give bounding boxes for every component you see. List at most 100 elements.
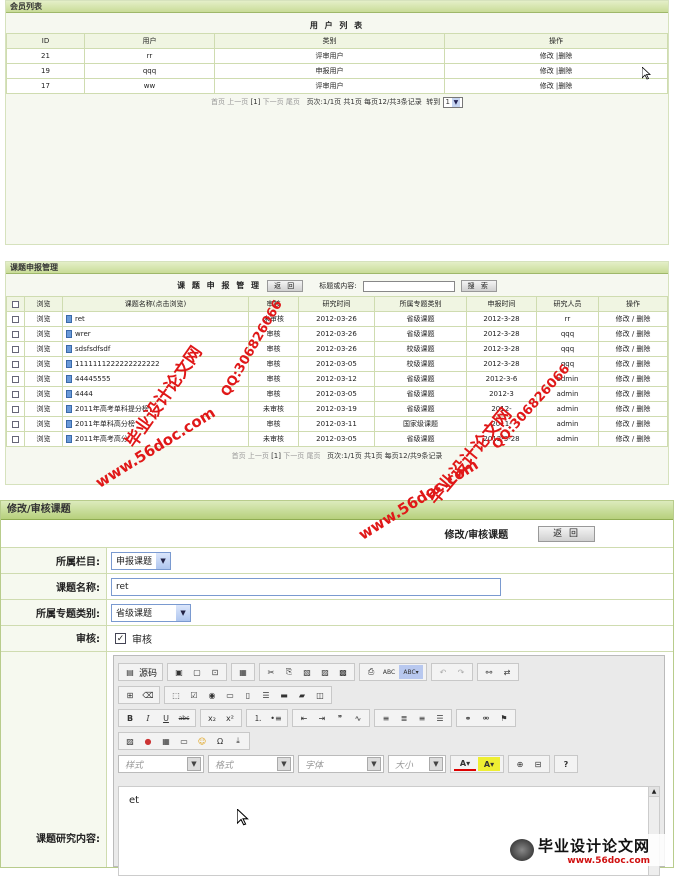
smiley-icon[interactable]: ☺ bbox=[194, 734, 210, 748]
row-checkbox[interactable] bbox=[6, 386, 25, 402]
view-link[interactable]: 浏览 bbox=[24, 341, 63, 357]
maximize-icon[interactable]: ⊕ bbox=[512, 757, 528, 771]
pager-prev[interactable]: 上一页 bbox=[227, 98, 248, 106]
select-all-checkbox[interactable] bbox=[12, 300, 19, 308]
row-checkbox[interactable] bbox=[6, 416, 25, 432]
view-link[interactable]: 浏览 bbox=[24, 401, 63, 417]
italic-icon[interactable]: I bbox=[140, 711, 156, 725]
source-button-label[interactable]: 源码 bbox=[139, 666, 160, 679]
align-center-icon[interactable]: ≣ bbox=[396, 711, 412, 725]
pager-first[interactable]: 首页 bbox=[211, 98, 225, 106]
flash-icon[interactable]: ● bbox=[140, 734, 156, 748]
project-name-text[interactable]: 4444 bbox=[75, 390, 93, 398]
undo-icon[interactable]: ↶ bbox=[435, 665, 451, 679]
copy-icon[interactable]: ⎘ bbox=[281, 665, 297, 679]
text-color-icon[interactable]: A▾ bbox=[454, 757, 476, 771]
edit-delete-links[interactable]: 修改 / 删除 bbox=[598, 386, 668, 402]
edit-delete-links[interactable]: 修改 / 删除 bbox=[598, 431, 668, 447]
project-name[interactable]: 2011年高考单科提分榜 bbox=[62, 401, 249, 417]
project-name[interactable]: 44445555 bbox=[62, 371, 249, 387]
special-char-icon[interactable]: Ω bbox=[212, 734, 228, 748]
name-input[interactable]: ret bbox=[111, 577, 501, 596]
project-name-text[interactable]: 2011年高考单科提分榜 bbox=[75, 405, 149, 413]
row-checkbox[interactable] bbox=[6, 311, 25, 327]
edit-delete-links[interactable]: 修改 / 删除 bbox=[598, 326, 668, 342]
edit-delete-links[interactable]: 修改 / 删除 bbox=[598, 356, 668, 372]
edit-delete-links[interactable]: 修改 / 删除 bbox=[598, 341, 668, 357]
outdent-icon[interactable]: ⇤ bbox=[296, 711, 312, 725]
row-checkbox[interactable] bbox=[6, 401, 25, 417]
pager-last[interactable]: 尾页 bbox=[286, 98, 300, 106]
select-field-icon[interactable]: ☰ bbox=[258, 688, 274, 702]
spellcheck-icon[interactable]: ABC bbox=[381, 665, 397, 679]
redo-icon[interactable]: ↷ bbox=[453, 665, 469, 679]
bg-color-icon[interactable]: A▾ bbox=[478, 757, 500, 771]
edit-delete-links[interactable]: 修改 / 删除 bbox=[598, 371, 668, 387]
pager-last[interactable]: 尾页 bbox=[306, 452, 320, 460]
view-link[interactable]: 浏览 bbox=[24, 416, 63, 432]
back-button[interactable]: 返 回 bbox=[538, 525, 595, 542]
save-icon[interactable]: ▣ bbox=[171, 665, 187, 679]
project-name[interactable]: 2011年高考高分 bbox=[62, 431, 249, 447]
show-blocks-icon[interactable]: ⊟ bbox=[530, 757, 546, 771]
edit-delete-links[interactable]: 修改 / 删除 bbox=[598, 311, 668, 327]
blockquote-icon[interactable]: ❞ bbox=[332, 711, 348, 725]
radio-icon[interactable]: ◉ bbox=[204, 688, 220, 702]
row-checkbox[interactable] bbox=[6, 356, 25, 372]
anchor-flag-icon[interactable]: ⚑ bbox=[496, 711, 512, 725]
view-link[interactable]: 浏览 bbox=[24, 431, 63, 447]
view-link[interactable]: 浏览 bbox=[24, 311, 63, 327]
pager-first[interactable]: 首页 bbox=[232, 452, 246, 460]
checkbox[interactable] bbox=[12, 375, 19, 383]
checkbox[interactable] bbox=[12, 330, 19, 338]
cut-icon[interactable]: ✂ bbox=[263, 665, 279, 679]
align-justify-icon[interactable]: ☰ bbox=[432, 711, 448, 725]
select-all-icon[interactable]: ⊞ bbox=[122, 688, 138, 702]
view-link[interactable]: 浏览 bbox=[24, 326, 63, 342]
project-name-text[interactable]: 2011年单科高分榜 bbox=[75, 420, 135, 428]
paste-word-icon[interactable]: ▩ bbox=[335, 665, 351, 679]
checkbox[interactable] bbox=[12, 420, 19, 428]
checkbox-icon[interactable]: ☑ bbox=[186, 688, 202, 702]
checkbox[interactable] bbox=[12, 315, 19, 323]
edit-delete-links[interactable]: 修改 / 删除 bbox=[598, 401, 668, 417]
project-name[interactable]: 4444 bbox=[62, 386, 249, 402]
indent-icon[interactable]: ⇥ bbox=[314, 711, 330, 725]
project-name-text[interactable]: 2011年高考高分 bbox=[75, 435, 128, 443]
checkbox[interactable] bbox=[12, 345, 19, 353]
scroll-up-icon[interactable]: ▲ bbox=[649, 787, 659, 797]
align-right-icon[interactable]: ≡ bbox=[414, 711, 430, 725]
row-checkbox[interactable] bbox=[6, 341, 25, 357]
textarea-icon[interactable]: ▯ bbox=[240, 688, 256, 702]
view-link[interactable]: 浏览 bbox=[24, 356, 63, 372]
project-name[interactable]: sdsfsdfsdf bbox=[62, 341, 249, 357]
search-input[interactable] bbox=[362, 280, 455, 292]
about-icon[interactable]: ? bbox=[558, 757, 574, 771]
audit-checkbox[interactable]: ✓ bbox=[115, 633, 126, 644]
print-icon[interactable]: ⎙ bbox=[363, 665, 379, 679]
source-icon[interactable]: ▤ bbox=[122, 665, 138, 679]
edit-delete-links[interactable]: 修改 |删除 bbox=[444, 78, 668, 94]
checkbox[interactable] bbox=[12, 405, 19, 413]
subscript-icon[interactable]: x₂ bbox=[204, 711, 220, 725]
table-icon[interactable]: ▦ bbox=[158, 734, 174, 748]
template-icon[interactable]: ▦ bbox=[235, 665, 251, 679]
checkbox[interactable] bbox=[12, 390, 19, 398]
size-combo[interactable]: 大小 ▼ bbox=[388, 755, 446, 773]
bullet-list-icon[interactable]: •≡ bbox=[268, 711, 284, 725]
textfield-icon[interactable]: ▭ bbox=[222, 688, 238, 702]
project-name-text[interactable]: 44445555 bbox=[75, 375, 111, 383]
font-combo[interactable]: 字体 ▼ bbox=[298, 755, 384, 773]
project-name[interactable]: wrer bbox=[62, 326, 249, 342]
project-name-text[interactable]: sdsfsdfsdf bbox=[75, 345, 110, 353]
pager-next[interactable]: 下一页 bbox=[283, 452, 304, 460]
find-icon[interactable]: ⚯ bbox=[481, 665, 497, 679]
row-checkbox[interactable] bbox=[6, 431, 25, 447]
format-combo[interactable]: 格式 ▼ bbox=[208, 755, 294, 773]
button-icon[interactable]: ▬ bbox=[276, 688, 292, 702]
hidden-field-icon[interactable]: ◫ bbox=[312, 688, 328, 702]
new-page-icon[interactable]: ▢ bbox=[189, 665, 205, 679]
edit-delete-links[interactable]: 修改 |删除 bbox=[444, 63, 668, 79]
project-name[interactable]: ret bbox=[62, 311, 249, 327]
image-button-icon[interactable]: ▰ bbox=[294, 688, 310, 702]
